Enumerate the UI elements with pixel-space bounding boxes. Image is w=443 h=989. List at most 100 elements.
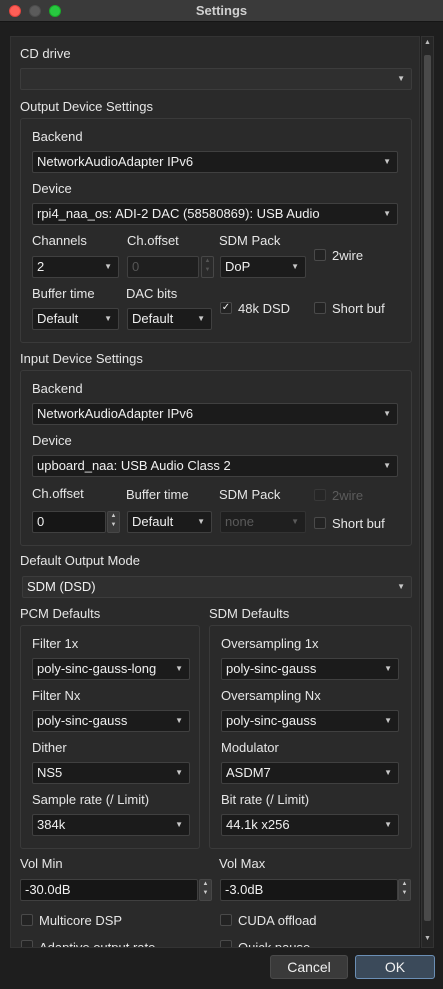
sdm-os1x-label: Oversampling 1x xyxy=(221,636,319,651)
output-2wire-checkbox[interactable] xyxy=(314,249,326,261)
sdm-osnx-select[interactable]: poly-sinc-gauss ▼ xyxy=(221,710,399,732)
output-channels-select[interactable]: 2 ▼ xyxy=(32,256,119,278)
input-buffertime-select[interactable]: Default ▼ xyxy=(127,511,212,533)
sdm-os1x-select[interactable]: poly-sinc-gauss ▼ xyxy=(221,658,399,680)
vol-max-value: -3.0dB xyxy=(225,882,264,897)
default-output-mode-select[interactable]: SDM (DSD) ▼ xyxy=(22,576,412,598)
spin-arrows-icon[interactable]: ▲ ▼ xyxy=(201,256,214,278)
input-sdmpack-label: SDM Pack xyxy=(219,487,281,502)
vol-max-label: Vol Max xyxy=(219,856,266,871)
output-buffertime-select[interactable]: Default ▼ xyxy=(32,308,119,330)
output-choffset-label: Ch.offset xyxy=(127,233,179,248)
input-2wire-label: 2wire xyxy=(332,488,364,503)
input-buffertime-value: Default xyxy=(132,514,174,529)
output-dacbits-value: Default xyxy=(132,311,174,326)
chevron-down-icon: ▼ xyxy=(175,664,183,673)
pcm-defaults-title: PCM Defaults xyxy=(20,606,101,621)
output-backend-label: Backend xyxy=(32,129,83,144)
chevron-down-icon: ▼ xyxy=(291,517,299,526)
spin-arrows-icon[interactable]: ▲ ▼ xyxy=(107,511,120,533)
multicore-dsp-checkbox[interactable] xyxy=(21,914,33,926)
vertical-scrollbar[interactable]: ▲ ▼ xyxy=(421,36,434,948)
checkmark-icon: ✓ xyxy=(221,302,231,313)
output-shortbuf-label: Short buf xyxy=(332,301,385,316)
default-output-mode-label: Default Output Mode xyxy=(20,553,140,568)
chevron-down-icon: ▼ xyxy=(291,262,299,271)
adaptive-output-rate-label: Adaptive output rate xyxy=(39,940,156,948)
chevron-down-icon: ▼ xyxy=(384,820,392,829)
ok-button[interactable]: OK xyxy=(355,955,435,979)
pcm-samplerate-value: 384k xyxy=(37,817,66,832)
spin-arrows-icon[interactable]: ▲ ▼ xyxy=(199,879,212,901)
vol-min-value: -30.0dB xyxy=(25,882,71,897)
output-sdmpack-value: DoP xyxy=(225,259,251,274)
output-dacbits-label: DAC bits xyxy=(126,286,178,301)
pcm-dither-value: NS5 xyxy=(37,765,63,780)
pcm-dither-select[interactable]: NS5 ▼ xyxy=(32,762,190,784)
adaptive-output-rate-checkbox[interactable] xyxy=(21,940,33,947)
cuda-offload-checkbox[interactable] xyxy=(220,914,232,926)
spin-arrows-icon[interactable]: ▲ ▼ xyxy=(398,879,411,901)
pcm-filternx-value: poly-sinc-gauss xyxy=(37,713,128,728)
settings-scroll-area: CD drive ▼ Output Device Settings Backen… xyxy=(10,36,420,948)
output-dacbits-select[interactable]: Default ▼ xyxy=(127,308,212,330)
pcm-filternx-label: Filter Nx xyxy=(32,688,81,703)
chevron-down-icon: ▼ xyxy=(384,768,392,777)
output-device-select[interactable]: rpi4_naa_os: ADI-2 DAC (58580869): USB A… xyxy=(32,203,398,225)
sdm-bitrate-value: 44.1k x256 xyxy=(226,817,290,832)
output-device-label: Device xyxy=(32,181,72,196)
input-shortbuf-checkbox[interactable] xyxy=(314,517,326,529)
output-48kdsd-checkbox[interactable]: ✓ xyxy=(220,302,232,314)
scroll-up-icon[interactable]: ▲ xyxy=(422,39,433,46)
input-choffset-spin[interactable]: 0 xyxy=(32,511,106,533)
chevron-down-icon: ▼ xyxy=(383,209,391,218)
input-device-value: upboard_naa: USB Audio Class 2 xyxy=(37,458,231,473)
cuda-offload-label: CUDA offload xyxy=(238,913,317,928)
output-backend-value: NetworkAudioAdapter IPv6 xyxy=(37,154,194,169)
output-channels-value: 2 xyxy=(37,259,45,274)
output-choffset-spin[interactable]: 0 xyxy=(127,256,199,278)
quick-pause-checkbox[interactable] xyxy=(220,940,232,947)
input-2wire-checkbox[interactable] xyxy=(314,489,326,501)
input-buffertime-label: Buffer time xyxy=(126,487,189,502)
output-backend-select[interactable]: NetworkAudioAdapter IPv6 ▼ xyxy=(32,151,398,173)
sdm-bitrate-select[interactable]: 44.1k x256 ▼ xyxy=(221,814,399,836)
chevron-down-icon: ▼ xyxy=(197,517,205,526)
scrollbar-thumb[interactable] xyxy=(424,55,431,921)
output-48kdsd-label: 48k DSD xyxy=(238,301,291,316)
chevron-down-icon: ▼ xyxy=(197,314,205,323)
input-shortbuf-label: Short buf xyxy=(332,516,385,531)
input-backend-select[interactable]: NetworkAudioAdapter IPv6 ▼ xyxy=(32,403,398,425)
chevron-down-icon: ▼ xyxy=(383,461,391,470)
sdm-defaults-title: SDM Defaults xyxy=(209,606,290,621)
sdm-modulator-select[interactable]: ASDM7 ▼ xyxy=(221,762,399,784)
input-device-label: Device xyxy=(32,433,72,448)
scroll-down-icon[interactable]: ▼ xyxy=(422,935,433,942)
vol-max-spin[interactable]: -3.0dB xyxy=(220,879,398,901)
pcm-filter1x-label: Filter 1x xyxy=(32,636,79,651)
pcm-samplerate-select[interactable]: 384k ▼ xyxy=(32,814,190,836)
input-device-select[interactable]: upboard_naa: USB Audio Class 2 ▼ xyxy=(32,455,398,477)
sdm-osnx-label: Oversampling Nx xyxy=(221,688,321,703)
title-bar: Settings xyxy=(0,0,443,22)
window-title: Settings xyxy=(195,3,248,18)
pcm-filter1x-select[interactable]: poly-sinc-gauss-long ▼ xyxy=(32,658,190,680)
input-backend-value: NetworkAudioAdapter IPv6 xyxy=(37,406,194,421)
output-sdmpack-label: SDM Pack xyxy=(219,233,281,248)
cd-drive-select[interactable]: ▼ xyxy=(20,68,412,90)
chevron-down-icon: ▼ xyxy=(383,157,391,166)
sdm-os1x-value: poly-sinc-gauss xyxy=(226,661,317,676)
input-choffset-label: Ch.offset xyxy=(32,486,84,501)
input-backend-label: Backend xyxy=(32,381,83,396)
chevron-down-icon: ▼ xyxy=(104,314,112,323)
cancel-button[interactable]: Cancel xyxy=(270,955,348,979)
default-output-mode-value: SDM (DSD) xyxy=(27,579,96,594)
input-sdmpack-value: none xyxy=(225,514,254,529)
output-device-value: rpi4_naa_os: ADI-2 DAC (58580869): USB A… xyxy=(37,206,320,221)
output-shortbuf-checkbox[interactable] xyxy=(314,302,326,314)
vol-min-spin[interactable]: -30.0dB xyxy=(20,879,198,901)
multicore-dsp-label: Multicore DSP xyxy=(39,913,123,928)
pcm-filternx-select[interactable]: poly-sinc-gauss ▼ xyxy=(32,710,190,732)
output-sdmpack-select[interactable]: DoP ▼ xyxy=(220,256,306,278)
input-sdmpack-select[interactable]: none ▼ xyxy=(220,511,306,533)
